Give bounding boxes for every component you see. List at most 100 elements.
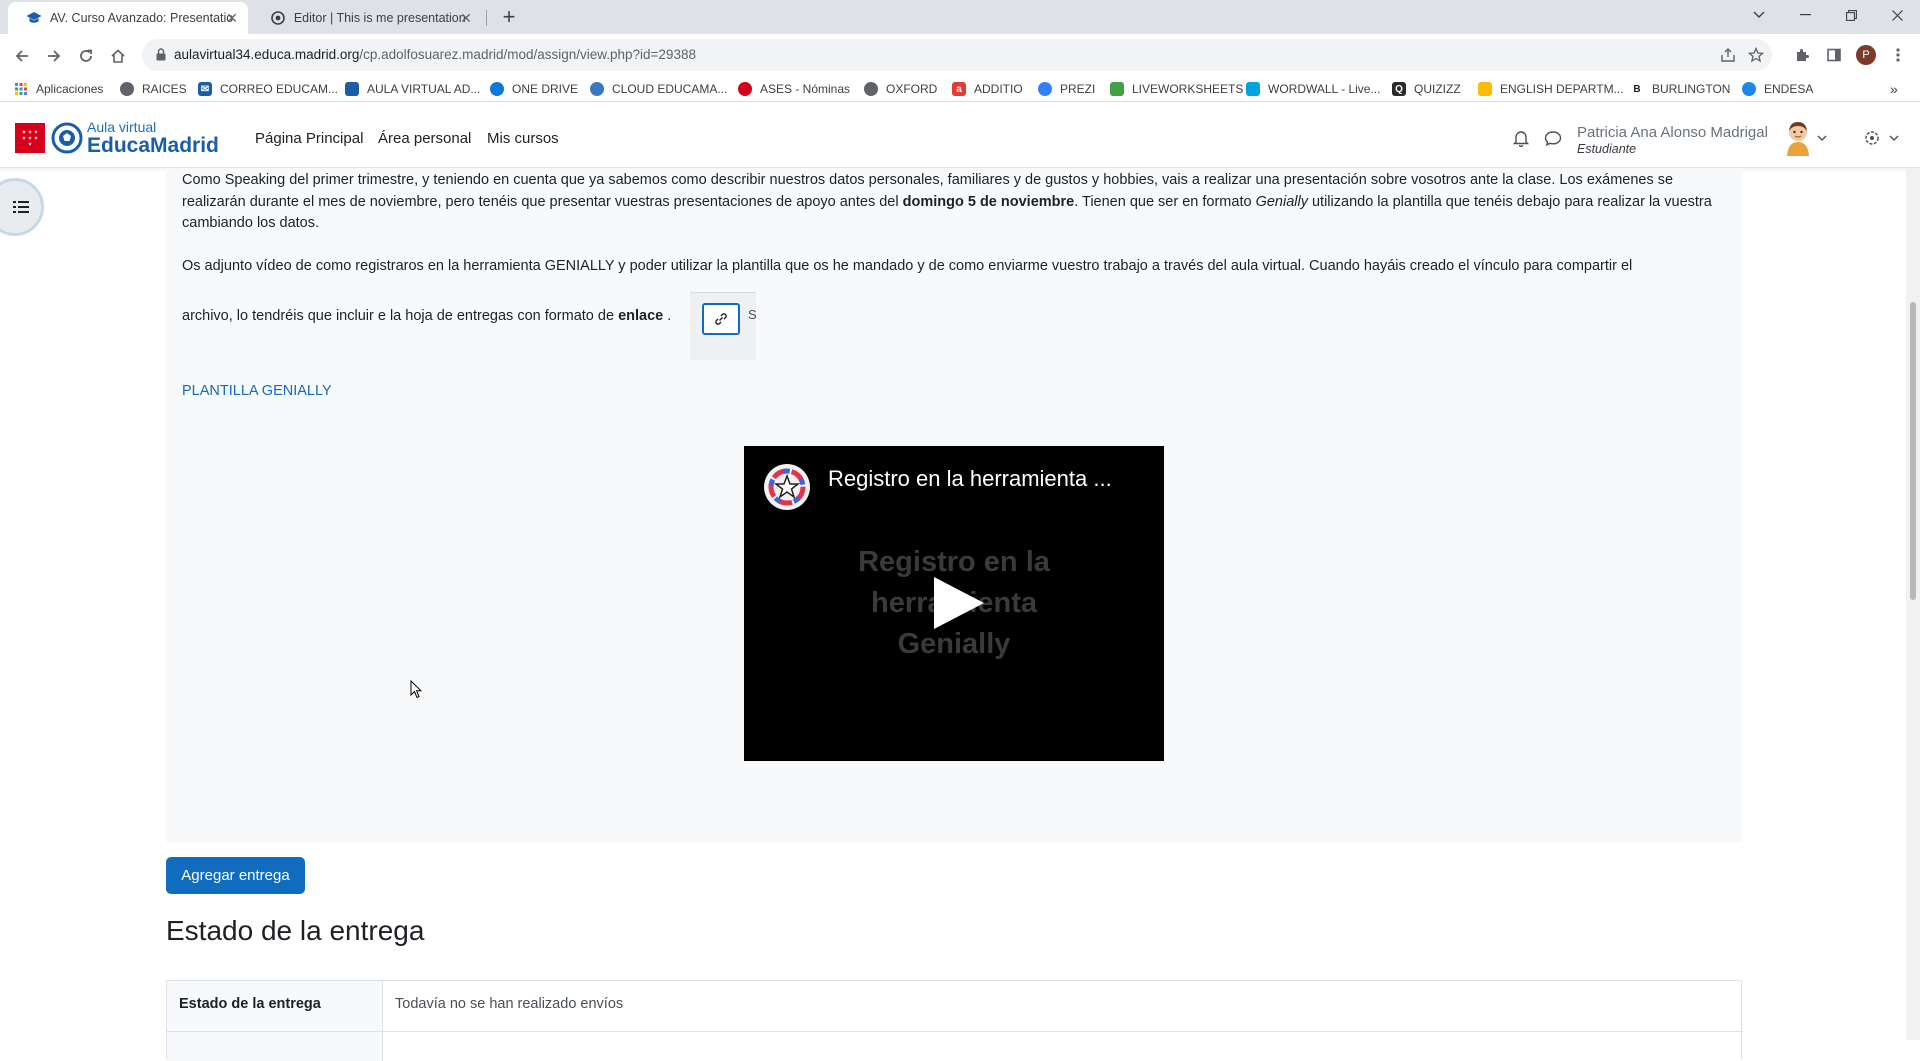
reload-icon[interactable] [72, 42, 100, 70]
bookmark-wordwall[interactable]: WORDWALL - Live... [1246, 80, 1380, 98]
cloud-icon [490, 82, 504, 96]
status-value: Todavía no se han realizado envíos [395, 996, 624, 1012]
forward-icon[interactable] [40, 42, 68, 70]
close-tab-icon[interactable]: ✕ [224, 10, 240, 26]
bookmark-quizizz[interactable]: Q QUIZIZZ [1392, 80, 1461, 98]
url-text[interactable]: aulavirtual34.educa.madrid.org/cp.adolfo… [174, 47, 696, 62]
browser-toolbar: aulavirtual34.educa.madrid.org/cp.adolfo… [0, 34, 1920, 76]
link-icon [715, 313, 727, 325]
tab-separator [486, 10, 487, 26]
submission-status-heading: Estado de la entrega [166, 915, 425, 946]
bookmark-ases-nominas[interactable]: ASES - Nóminas [738, 80, 850, 98]
nav-pagina-principal[interactable]: Página Principal [255, 130, 363, 147]
bookmark-oxford[interactable]: OXFORD [864, 80, 937, 98]
youtube-video-embed[interactable]: Registro en la herramienta ... Registro … [744, 446, 1164, 761]
bookmark-cloud-educamadrid[interactable]: CLOUD EDUCAMA... [590, 80, 727, 98]
bookmark-prezi[interactable]: PREZI [1038, 80, 1095, 98]
bookmark-raices[interactable]: RAICES [120, 80, 187, 98]
browser-tabstrip: AV. Curso Avanzado: Presentatio ✕ Editor… [0, 0, 1920, 34]
user-avatar[interactable] [1782, 120, 1814, 156]
intro-paragraph-2-cont: archivo, lo tendréis que incluir e la ho… [182, 308, 672, 324]
additio-icon: a [952, 82, 966, 96]
prezi-icon [1038, 82, 1052, 96]
close-tab-icon[interactable]: ✕ [458, 10, 474, 26]
globe-icon [864, 82, 878, 96]
link-button[interactable] [702, 303, 740, 335]
url-path: /cp.adolfosuarez.madrid/mod/assign/view.… [359, 47, 696, 62]
mail-icon: ✉ [198, 82, 212, 96]
tab-genially-editor[interactable]: Editor | This is me presentation ✕ [252, 2, 482, 34]
bell-icon[interactable] [1511, 128, 1531, 148]
status-label: Estado de la entrega [179, 996, 321, 1012]
close-window-icon[interactable] [1874, 0, 1920, 30]
bookmark-endesa[interactable]: ENDESA [1742, 80, 1813, 98]
nav-area-personal[interactable]: Área personal [378, 130, 471, 147]
drive-icon [1478, 82, 1492, 96]
bookmark-aplicaciones[interactable]: Aplicaciones [14, 80, 103, 98]
deadline-date: domingo 5 de noviembre [902, 193, 1075, 210]
user-menu-chevron-icon[interactable] [1812, 128, 1832, 148]
messages-icon[interactable] [1543, 128, 1563, 148]
mouse-cursor-icon [410, 680, 422, 699]
bookmark-burlington[interactable]: B BURLINGTON [1630, 80, 1730, 98]
bookmark-english-department[interactable]: ENGLISH DEPARTM... [1478, 80, 1624, 98]
home-icon[interactable] [104, 42, 132, 70]
lock-icon[interactable] [156, 48, 166, 66]
more-bookmarks-icon[interactable]: » [1890, 80, 1898, 98]
play-icon[interactable] [934, 577, 984, 629]
quizizz-icon: Q [1392, 82, 1406, 96]
globe-icon [120, 82, 134, 96]
course-index-toggle[interactable] [0, 178, 44, 236]
new-tab-icon[interactable]: + [496, 5, 522, 31]
educamadrid-seal-icon [51, 122, 83, 154]
burlington-icon: B [1630, 82, 1644, 96]
apps-grid-icon [14, 82, 28, 96]
graduation-cap-icon [345, 82, 359, 96]
accessibility-settings-icon[interactable] [1862, 128, 1882, 148]
minimize-icon[interactable] [1782, 0, 1828, 30]
liveworksheets-icon [1110, 82, 1124, 96]
agregar-entrega-button[interactable]: Agregar entrega [166, 857, 305, 894]
address-bar[interactable]: aulavirtual34.educa.madrid.org/cp.adolfo… [142, 39, 1772, 71]
channel-avatar-icon[interactable] [764, 464, 810, 510]
tab-title: AV. Curso Avanzado: Presentatio [50, 11, 234, 25]
bookmark-star-icon[interactable] [1746, 45, 1766, 65]
restore-icon[interactable] [1828, 0, 1874, 30]
logo-title: EducaMadrid [87, 134, 219, 157]
red-circle-icon [738, 82, 752, 96]
bookmark-liveworksheets[interactable]: LIVEWORKSHEETS [1110, 80, 1243, 98]
side-panel-icon[interactable] [1822, 43, 1846, 67]
moodle-header: Aula virtual EducaMadrid Página Principa… [0, 102, 1920, 168]
site-logo[interactable]: Aula virtual EducaMadrid [15, 120, 219, 156]
endesa-icon [1742, 82, 1756, 96]
settings-chevron-icon[interactable] [1884, 128, 1904, 148]
profile-avatar[interactable]: P [1854, 43, 1878, 67]
page-scrollbar[interactable] [1906, 168, 1920, 1040]
user-name[interactable]: Patricia Ana Alonso Madrigal [1577, 124, 1768, 141]
video-title[interactable]: Registro en la herramienta ... [828, 466, 1148, 492]
submission-status-table: Estado de la entrega Todavía no se han r… [166, 980, 1743, 1061]
back-icon[interactable] [8, 42, 36, 70]
bookmark-correo[interactable]: ✉ CORREO EDUCAM... [198, 80, 338, 98]
bookmark-additio[interactable]: a ADDITIO [952, 80, 1023, 98]
plantilla-genially-link[interactable]: PLANTILLA GENIALLY [182, 383, 332, 399]
list-icon [13, 201, 29, 213]
share-icon[interactable] [1718, 45, 1738, 65]
table-row-divider [167, 1031, 1743, 1032]
nav-mis-cursos[interactable]: Mis cursos [487, 130, 559, 147]
scrollbar-thumb[interactable] [1910, 302, 1916, 600]
tab-search-icon[interactable] [1736, 0, 1782, 30]
cloud-circle-icon [590, 82, 604, 96]
url-host: aulavirtual34.educa.madrid.org [174, 47, 360, 62]
bookmark-onedrive[interactable]: ONE DRIVE [490, 80, 578, 98]
extensions-puzzle-icon[interactable] [1790, 43, 1814, 67]
tab-aula-virtual[interactable]: AV. Curso Avanzado: Presentatio ✕ [8, 2, 248, 34]
bookmark-aula-virtual[interactable]: AULA VIRTUAL AD... [345, 80, 480, 98]
toolbar-next-button[interactable]: S [748, 307, 757, 322]
user-role: Estudiante [1577, 142, 1637, 156]
tab-title: Editor | This is me presentation [293, 11, 466, 25]
table-label-column [167, 981, 383, 1061]
logo-subtitle: Aula virtual [87, 119, 157, 135]
chrome-menu-icon[interactable] [1886, 43, 1910, 67]
bookmarks-bar: Aplicaciones RAICES ✉ CORREO EDUCAM... AU… [0, 76, 1920, 102]
